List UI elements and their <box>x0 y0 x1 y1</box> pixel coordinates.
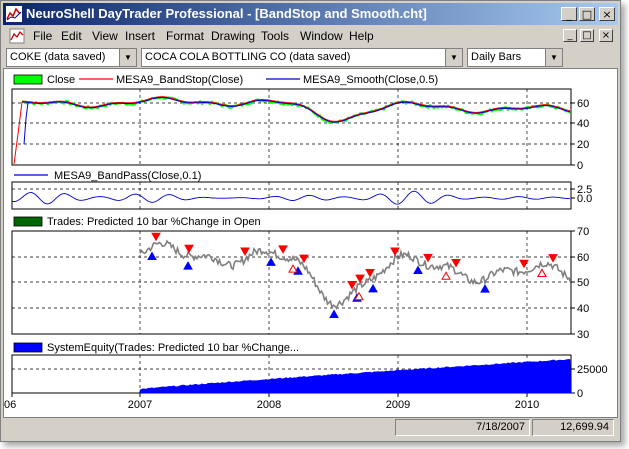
legend-smooth-label: MESA9_Smooth(Close,0.5) <box>303 74 438 86</box>
menu-file[interactable]: File <box>33 29 52 43</box>
y-tick-label: 0 <box>577 160 583 172</box>
menu-insert[interactable]: Insert <box>125 29 155 43</box>
period-dropdown[interactable]: Daily Bars ▼ <box>467 48 563 67</box>
y-tick-label: 30 <box>577 329 589 341</box>
chevron-down-icon[interactable]: ▼ <box>445 49 462 66</box>
child-close-button[interactable]: × <box>599 29 613 42</box>
app-logo-icon <box>6 6 22 22</box>
main-window: NeuroShell DayTrader Professional - [Ban… <box>0 0 621 442</box>
y-tick-label: 40 <box>577 118 589 130</box>
period-value: Daily Bars <box>471 51 522 63</box>
pane-frame <box>11 181 572 210</box>
menu-drawing[interactable]: Drawing <box>211 29 255 43</box>
menu-bar: File Edit View Insert Format Drawing Too… <box>3 26 618 46</box>
menu-window[interactable]: Window <box>300 29 343 43</box>
chart-area[interactable]: 60 40 20 0 Close MESA9_BandStop(Close) MESA9_S… <box>3 68 618 418</box>
chevron-down-icon[interactable]: ▼ <box>545 49 562 66</box>
symbol-value: COKE (data saved) <box>10 51 106 63</box>
legend-trades-swatch <box>13 216 43 227</box>
chart-document-icon[interactable] <box>9 28 25 44</box>
y-tick-label: 0.0 <box>577 193 592 205</box>
child-minimize-button[interactable]: _ <box>563 29 577 42</box>
company-dropdown[interactable]: COCA COLA BOTTLING CO (data saved) ▼ <box>141 48 463 67</box>
symbol-dropdown[interactable]: COKE (data saved) ▼ <box>6 48 137 67</box>
x-tick-label: 2009 <box>386 399 410 411</box>
maximize-button[interactable]: □ <box>579 7 595 21</box>
y-tick-label: 40 <box>577 303 589 315</box>
title-bar[interactable]: NeuroShell DayTrader Professional - [Ban… <box>3 3 618 25</box>
legend-bandstop-label: MESA9_BandStop(Close) <box>116 74 243 86</box>
y-tick-label: 60 <box>577 252 589 264</box>
x-axis: 06 2007 2008 2009 2010 <box>4 393 539 411</box>
trades-pane[interactable]: 70 60 50 40 30 Trades: Predicted 10 bar %Chan… <box>11 216 589 341</box>
menu-tools[interactable]: Tools <box>261 29 289 43</box>
chart-canvas[interactable]: 60 40 20 0 Close MESA9_BandStop(Close) MESA9_S… <box>4 69 617 417</box>
legend-trades-label: Trades: Predicted 10 bar %Change in Open <box>47 216 261 228</box>
y-tick-label: 70 <box>577 226 589 238</box>
minimize-button[interactable]: _ <box>561 7 577 21</box>
y-tick-label: 25000 <box>577 364 608 376</box>
pane-frame <box>11 230 572 335</box>
menu-help[interactable]: Help <box>349 29 374 43</box>
status-value: 12,699.94 <box>532 419 614 436</box>
y-tick-label: 0 <box>577 388 583 400</box>
x-tick-label: 2008 <box>257 399 281 411</box>
window-title: NeuroShell DayTrader Professional - [Ban… <box>26 6 427 21</box>
pane-frame <box>11 88 572 166</box>
legend-close-swatch <box>13 74 43 85</box>
equity-pane[interactable]: 25000 0 SystemEquity(Trades: Predicted 10 … <box>11 342 608 400</box>
menu-edit[interactable]: Edit <box>61 29 82 43</box>
y-tick-label: 60 <box>577 98 589 110</box>
y-tick-label: 20 <box>577 139 589 151</box>
status-date: 7/18/2007 <box>395 419 530 436</box>
price-pane[interactable]: 60 40 20 0 Close MESA9_BandStop(Close) MESA9_S… <box>11 74 589 172</box>
legend-close-label: Close <box>47 74 75 86</box>
x-tick-label: 06 <box>4 399 16 411</box>
status-bar: 7/18/2007 12,699.94 <box>3 419 618 439</box>
menu-view[interactable]: View <box>92 29 118 43</box>
menu-format[interactable]: Format <box>166 29 204 43</box>
x-tick-label: 2010 <box>515 399 539 411</box>
bandpass-pane[interactable]: 2.50.0MESA9_BandPass(Close,0.1) <box>11 170 592 210</box>
legend-equity-label: SystemEquity(Trades: Predicted 10 bar %C… <box>47 342 299 354</box>
legend-bandpass-label: MESA9_BandPass(Close,0.1) <box>54 170 201 182</box>
y-tick-label: 50 <box>577 277 589 289</box>
legend-equity-swatch <box>13 342 43 353</box>
close-button[interactable]: × <box>599 7 615 21</box>
x-tick-label: 2007 <box>128 399 152 411</box>
chevron-down-icon[interactable]: ▼ <box>119 49 136 66</box>
child-restore-button[interactable]: □ <box>580 29 594 42</box>
company-value: COCA COLA BOTTLING CO (data saved) <box>145 51 351 63</box>
